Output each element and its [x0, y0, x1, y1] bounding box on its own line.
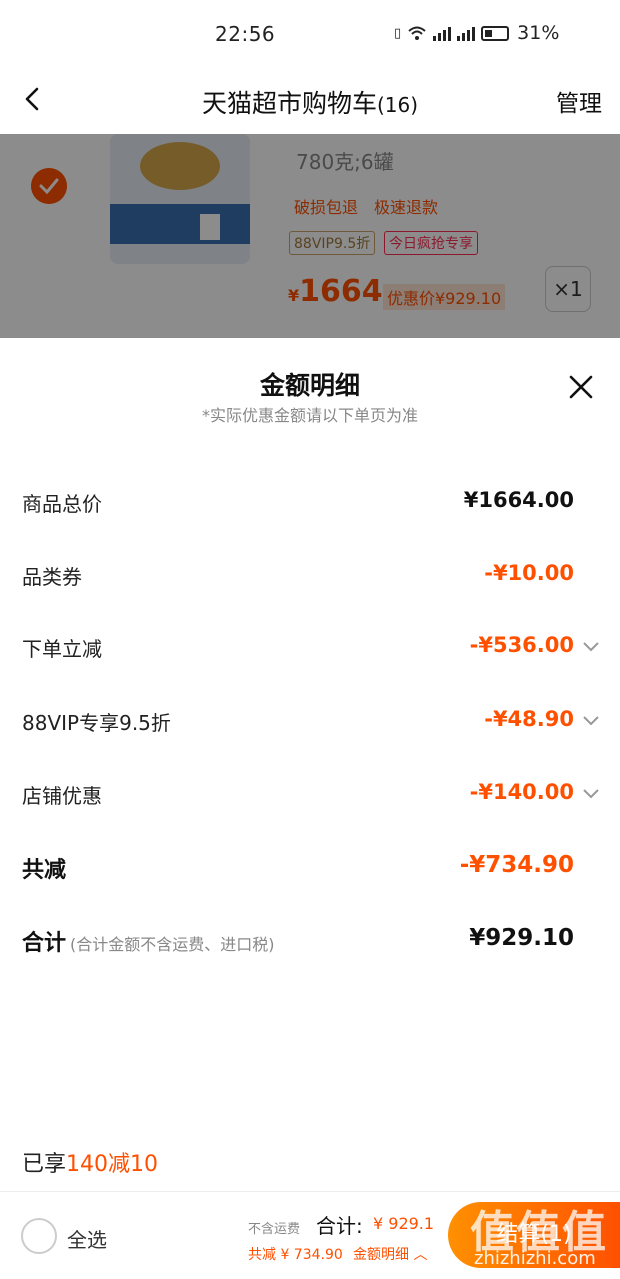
signal-5g-icon	[457, 25, 476, 41]
signal-icon	[433, 25, 452, 41]
battery-icon	[481, 25, 510, 41]
battery-level: 31%	[517, 22, 560, 44]
enjoyed-promo: 已享140减10	[22, 1146, 158, 1178]
row-vip-discount[interactable]: 88VIP专享9.5折 -¥48.90	[0, 695, 620, 745]
row-order-discount[interactable]: 下单立减 -¥536.00	[0, 621, 620, 671]
row-label: 店铺优惠	[22, 784, 102, 808]
row-label: 合计 (合计金额不含运费、进口税)	[22, 925, 275, 957]
sheet-title: 金额明细	[259, 371, 360, 400]
chevron-down-icon[interactable]	[582, 788, 600, 800]
enjoyed-highlight: 140减10	[66, 1152, 159, 1177]
row-value: -¥734.90	[459, 852, 574, 878]
row-grand-total: 合计 (合计金额不含运费、进口税) ¥929.10	[0, 913, 620, 963]
cart-count: (16)	[376, 93, 419, 117]
close-icon[interactable]	[566, 372, 596, 402]
nav-bar: 天猫超市购物车(16) 管理	[0, 70, 620, 134]
row-label: 共减	[22, 858, 67, 883]
amount-detail-sheet: 金额明细 *实际优惠金额请以下单页为准 商品总价 ¥1664.00 品类券 -¥…	[0, 338, 620, 1279]
row-category-coupon: 品类券 -¥10.00	[0, 549, 620, 599]
vibrate-icon: ▯	[394, 25, 402, 41]
enjoyed-prefix: 已享	[22, 1152, 67, 1177]
status-bar: 22:56 ▯ 31%	[0, 0, 620, 70]
total-note: (合计金额不含运费、进口税)	[70, 935, 275, 954]
saved-amount: 共减 ¥ 734.90	[248, 1247, 343, 1263]
row-value: -¥536.00	[469, 633, 574, 657]
manage-button[interactable]: 管理	[556, 84, 602, 118]
wifi-icon	[408, 26, 426, 40]
chevron-down-icon[interactable]	[582, 715, 600, 727]
row-value: -¥48.90	[484, 707, 574, 731]
checkout-bar: 全选 不含运费 合计: ¥ 929.1 共减 ¥ 734.90 金额明细 ︿ 结…	[0, 1191, 620, 1279]
amount-detail-label: 金额明细	[353, 1247, 409, 1263]
row-value: ¥929.10	[469, 925, 574, 951]
amount-detail-toggle[interactable]: 金额明细 ︿	[353, 1244, 427, 1264]
modal-overlay[interactable]	[0, 134, 620, 338]
chevron-up-icon: ︿	[413, 1247, 428, 1263]
row-value: -¥140.00	[469, 780, 574, 804]
status-icons: ▯ 31%	[394, 22, 559, 44]
row-label: 88VIP专享9.5折	[22, 711, 171, 735]
total-label: 合计:	[316, 1214, 363, 1238]
row-value: -¥10.00	[484, 561, 574, 585]
select-all-checkbox[interactable]	[21, 1218, 57, 1254]
row-value: ¥1664.00	[463, 488, 574, 512]
sheet-subtitle: *实际优惠金额请以下单页为准	[201, 406, 418, 425]
status-time: 22:56	[215, 22, 276, 46]
select-all-label[interactable]: 全选	[67, 1224, 107, 1253]
total-value: ¥ 929.1	[373, 1214, 435, 1233]
row-label: 品类券	[22, 565, 82, 589]
no-shipping-note: 不含运费	[248, 1222, 301, 1237]
total-label: 合计	[22, 931, 67, 956]
row-store-discount[interactable]: 店铺优惠 -¥140.00	[0, 768, 620, 818]
row-total-saved: 共减 -¥734.90	[0, 840, 620, 890]
row-goods-total: 商品总价 ¥1664.00	[0, 476, 620, 526]
watermark-url: zhizhizhi.com	[474, 1248, 596, 1269]
row-label: 商品总价	[22, 492, 102, 516]
page-title: 天猫超市购物车(16)	[0, 84, 620, 120]
chevron-down-icon[interactable]	[582, 641, 600, 653]
row-label: 下单立减	[22, 637, 102, 661]
page-title-text: 天猫超市购物车	[201, 89, 377, 118]
